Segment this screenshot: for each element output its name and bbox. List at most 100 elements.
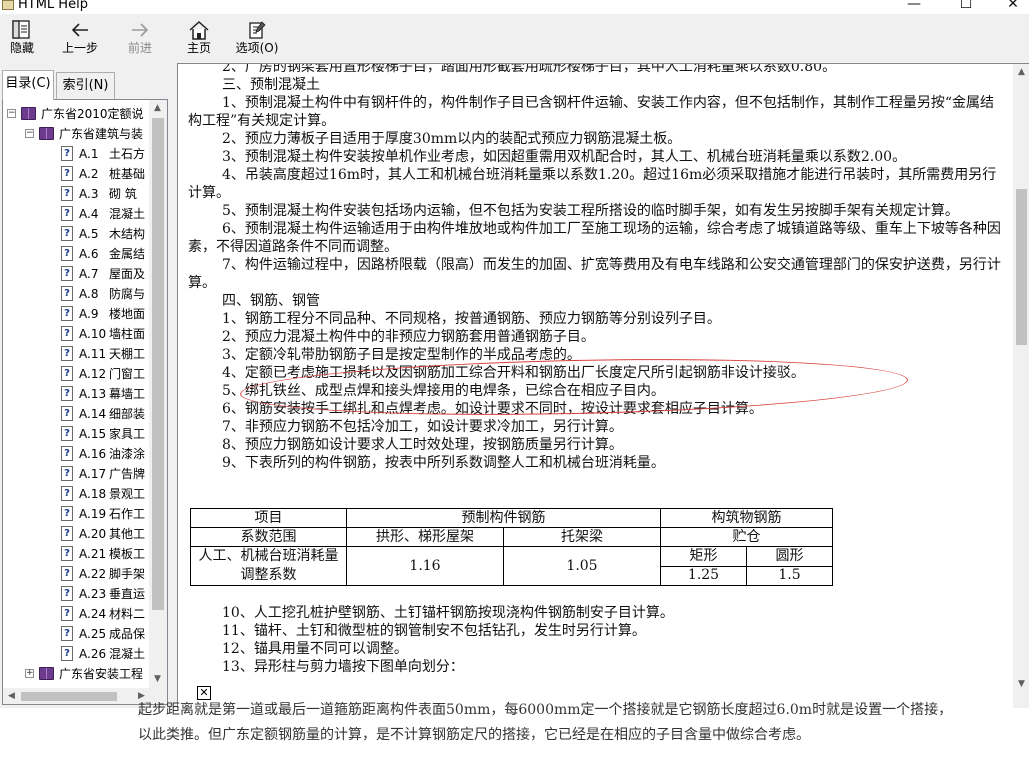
scroll-down-arrow-icon[interactable]: ▼ <box>149 671 166 688</box>
help-page-icon: ? <box>61 646 73 661</box>
help-page-icon: ? <box>61 326 73 341</box>
paragraph: 2、预应力混凝土构件中的非预应力钢筋套用普通钢筋子目。 <box>222 329 595 345</box>
tree-item-code: A.3 <box>79 187 99 201</box>
table-header-bracket: 托架梁 <box>503 527 661 547</box>
table-header-item: 项目 <box>190 508 347 528</box>
scroll-thumb[interactable] <box>21 692 117 701</box>
paragraph: 3、预制混凝土构件安装按单机作业考虑，如因超重需用双机配合时，其人工、机械台班消… <box>222 149 907 165</box>
help-page-icon: ? <box>61 186 73 201</box>
tree-item-label: 门窗工 <box>109 367 146 381</box>
minimize-button[interactable]: — <box>891 0 937 14</box>
tree-item-label: 土石方 <box>109 147 146 161</box>
hide-button[interactable]: 隐藏 <box>0 16 50 62</box>
home-icon <box>189 20 209 40</box>
help-page-icon: ? <box>61 366 73 381</box>
help-page-icon: ? <box>61 166 73 181</box>
paragraph: 5、预制混凝土构件安装包括场内运输，但不包括为安装工程所搭设的临时脚手架，如有发… <box>222 203 959 219</box>
tree-item-code: A.21 <box>79 547 107 561</box>
help-window: HTML Help — ☐ ✕ 隐藏 上一步 前进 主页 选项(O) 目录(C)… <box>0 0 1029 708</box>
topic-content-pane: 2、厂房的钢梁套用置形楼梯子目，踏面用形截套用疏形楼梯子目，其中人工消耗量乘以系… <box>177 63 1029 708</box>
tree-item-code: A.19 <box>79 507 107 521</box>
scroll-down-arrow-icon[interactable]: ▼ <box>1013 676 1029 693</box>
tree-item-code: A.6 <box>79 247 99 261</box>
topic-document: 2、厂房的钢梁套用置形楼梯子目，踏面用形截套用疏形楼梯子目，其中人工消耗量乘以系… <box>188 64 1002 675</box>
window-title: HTML Help <box>18 0 88 12</box>
table-cell-rect: 1.25 <box>660 565 747 586</box>
section-heading: 四、钢筋、钢管 <box>222 293 320 309</box>
tree-item-code: A.17 <box>79 467 107 481</box>
tree-item-code: A.1 <box>79 147 99 161</box>
tree-node-label: 广东省2010定额说 <box>41 107 144 121</box>
scroll-thumb[interactable] <box>152 118 164 610</box>
help-page-icon: ? <box>61 246 73 261</box>
options-button[interactable]: 选项(O) <box>229 16 285 62</box>
help-page-icon: ? <box>61 146 73 161</box>
help-page-icon: ? <box>61 266 73 281</box>
help-page-icon: ? <box>61 626 73 641</box>
paragraph: 4、定额已考虑施工损耗以及因钢筋加工综合开料和钢筋出厂长度定尺所引起钢筋非设计接… <box>222 365 805 381</box>
paragraph: 1、预制混凝土构件中有钢杆件的，构件制作子目已含钢杆件运输、安装工作内容，但不包… <box>188 95 995 129</box>
expand-toggle-icon[interactable]: + <box>25 669 34 678</box>
help-page-icon: ? <box>61 406 73 421</box>
collapse-toggle-icon[interactable]: − <box>25 129 34 138</box>
home-label: 主页 <box>186 41 211 55</box>
close-window-button[interactable]: ✕ <box>990 0 1029 14</box>
tree-vertical-scrollbar[interactable]: ▲ ▼ <box>149 100 167 688</box>
paragraph: 5、绑扎铁丝、成型点焊和接头焊接用的电焊条，已综合在相应子目内。 <box>222 383 665 399</box>
tree-item-label: 墙柱面 <box>109 327 146 341</box>
tree-item-label: 木结构 <box>109 227 146 241</box>
tab-contents[interactable]: 目录(C) <box>2 70 54 100</box>
content-vertical-scrollbar[interactable]: ▲ ▼ <box>1013 64 1029 708</box>
table-cell-bracket: 1.05 <box>503 546 661 586</box>
options-icon <box>249 21 266 39</box>
tree-item-code: A.2 <box>79 167 99 181</box>
navigation-pane: 目录(C) 索引(N) − 广东省2010定额说 − 广东省建筑与装 ? A.1 土… <box>0 66 170 708</box>
tree-item-label: 防腐与 <box>109 287 146 301</box>
tree-item-code: A.4 <box>79 207 99 221</box>
help-page-icon: ? <box>61 206 73 221</box>
back-button[interactable]: 上一步 <box>52 16 108 62</box>
paragraph: 7、构件运输过程中，因路桥限载（限高）而发生的加固、扩宽等费用及有电车线路和公安… <box>188 257 1001 291</box>
scroll-up-arrow-icon[interactable]: ▲ <box>149 100 166 117</box>
table-header-round: 圆形 <box>746 546 833 567</box>
tree-item-code: A.18 <box>79 487 107 501</box>
help-page-icon: ? <box>61 606 73 621</box>
scroll-left-arrow-icon[interactable]: ◀ <box>3 688 20 704</box>
tree-item-code: A.22 <box>79 567 107 581</box>
help-page-icon: ? <box>61 226 73 241</box>
help-page-icon: ? <box>61 546 73 561</box>
paragraph: 7、非预应力钢筋不包括冷加工，如设计要求冷加工，另行计算。 <box>222 419 623 435</box>
maximize-button[interactable]: ☐ <box>943 0 989 14</box>
tree-item-label: 油漆涂 <box>109 447 146 461</box>
paragraph: 8、预应力钢筋如设计要求人工时效处理，按钢筋质量另行计算。 <box>222 437 623 453</box>
tree-item-code: A.16 <box>79 447 107 461</box>
paragraph: 2、预应力薄板子目适用于厚度30mm以内的装配式预应力钢筋混凝土板。 <box>222 131 682 147</box>
tree-item-code: A.11 <box>79 347 107 361</box>
forward-button[interactable]: 前进 <box>112 16 168 62</box>
tree-item-code: A.25 <box>79 627 107 641</box>
tab-index[interactable]: 索引(N) <box>56 72 115 100</box>
open-book-icon <box>39 127 54 140</box>
background-article: 起步距离就是第一道或最后一道箍筋距离构件表面50mm，每6000mm定一个搭接就… <box>0 702 1029 757</box>
title-bar: HTML Help — ☐ ✕ <box>0 0 1029 14</box>
paragraph: 6、钢筋安装按手工绑扎和点焊考虑。如设计要求不同时，按设计要求套相应子目计算。 <box>222 401 763 417</box>
scroll-thumb[interactable] <box>1016 189 1027 345</box>
collapse-toggle-icon[interactable]: − <box>7 109 16 118</box>
tree-node-label: 广东省安装工程 <box>59 667 144 681</box>
back-arrow-icon <box>71 23 88 37</box>
paragraph: 6、预制混凝土构件运输适用于由构件堆放地或构件加工厂至施工现场的运输，综合考虑了… <box>188 221 1001 255</box>
scroll-up-arrow-icon[interactable]: ▲ <box>1013 64 1029 81</box>
article-text-line: 以此类推。但广东定额钢筋量的计算，是不计算钢筋定尺的搭接，它已经是在相应的子目含… <box>138 727 810 743</box>
table-header-silo: 贮仓 <box>660 527 833 547</box>
tree-item-code: A.9 <box>79 307 99 321</box>
tree-item-label: 桩基础 <box>109 167 146 181</box>
home-button[interactable]: 主页 <box>171 16 227 62</box>
help-page-icon: ? <box>61 466 73 481</box>
tree-item-label: 金属结 <box>109 247 146 261</box>
help-page-icon: ? <box>61 446 73 461</box>
tree-item-code: A.5 <box>79 227 99 241</box>
table-header-precast: 预制构件钢筋 <box>346 508 661 528</box>
tree-item-code: A.13 <box>79 387 107 401</box>
help-page-icon: ? <box>61 566 73 581</box>
help-page-icon: ? <box>61 426 73 441</box>
